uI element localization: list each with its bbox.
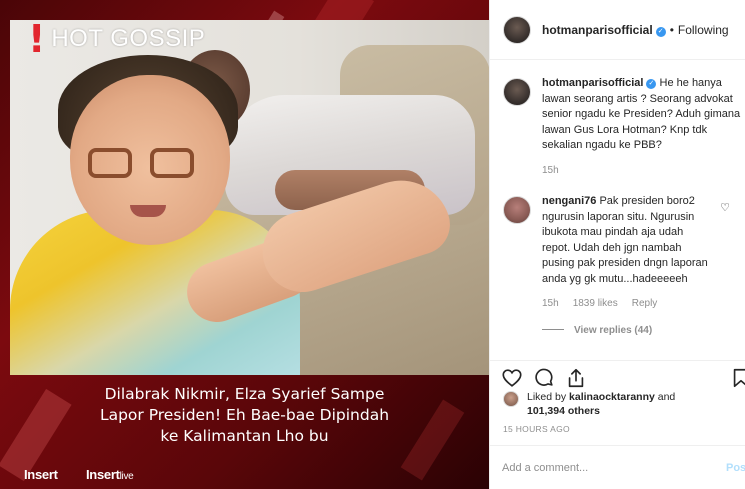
comment-username[interactable]: nengani76: [542, 195, 596, 207]
comment-username[interactable]: hotmanparisofficial: [542, 77, 643, 89]
bookmark-icon[interactable]: [730, 367, 745, 389]
add-comment-bar: Post: [490, 445, 745, 489]
caption-comment: hotmanparisofficial ✓ He he hanya lawan s…: [503, 76, 743, 178]
comment-like-heart-icon[interactable]: ♡: [720, 201, 730, 214]
avatar[interactable]: [503, 391, 519, 407]
action-bar: Liked by kalinaocktaranny and 101,394 ot…: [490, 360, 745, 434]
reply-button[interactable]: Reply: [632, 296, 658, 312]
exclamation-icon: !: [28, 17, 46, 61]
comment-icon[interactable]: [533, 367, 555, 389]
insert-live-logo: Insertlive: [86, 467, 134, 482]
liked-by-user[interactable]: kalinaocktaranny: [569, 391, 655, 403]
comment-thread[interactable]: hotmanparisofficial ✓ He he hanya lawan s…: [490, 61, 745, 361]
view-replies-button[interactable]: View replies (44): [542, 323, 712, 339]
comment-input[interactable]: [502, 461, 712, 474]
comment-likes[interactable]: 1839 likes: [573, 296, 618, 312]
comments-panel: hotmanparisofficial ✓ • Following hotmanp…: [489, 0, 745, 489]
avatar[interactable]: [503, 196, 531, 224]
comment-text: Pak presiden boro2 ngurusin laporan situ…: [542, 195, 708, 285]
liked-by: Liked by kalinaocktaranny and 101,394 ot…: [503, 390, 733, 418]
hot-gossip-badge: ! HOT GOSSIP: [28, 20, 205, 58]
insert-logo: Insert: [24, 467, 58, 482]
glasses-left: [88, 148, 132, 178]
caption-line: ke Kalimantan Lho bu: [160, 427, 329, 445]
share-icon[interactable]: [565, 367, 587, 389]
header-username[interactable]: hotmanparisofficial: [542, 23, 653, 37]
post-header: hotmanparisofficial ✓ • Following: [490, 0, 745, 60]
comment-time[interactable]: 15h: [542, 296, 559, 312]
comment: nengani76 Pak presiden boro2 ngurusin la…: [503, 194, 743, 338]
caption-line: Dilabrak Nikmir, Elza Syarief Sampe: [104, 385, 385, 403]
post-timestamp[interactable]: 15 HOURS AGO: [503, 424, 570, 434]
avatar[interactable]: [503, 78, 531, 106]
heart-icon[interactable]: [501, 367, 523, 389]
following-button[interactable]: Following: [678, 23, 729, 37]
badge-title: HOT GOSSIP: [51, 25, 206, 52]
media-caption: Dilabrak Nikmir, Elza Syarief Sampe Lapo…: [0, 384, 489, 447]
avatar[interactable]: [503, 15, 531, 44]
post-photo: [10, 20, 489, 375]
caption-line: Lapor Presiden! Eh Bae-bae Dipindah: [99, 406, 390, 424]
comment-time[interactable]: 15h: [542, 163, 559, 179]
likes-count[interactable]: 101,394 others: [527, 405, 600, 417]
verified-badge-icon: ✓: [655, 26, 666, 37]
verified-badge-icon: ✓: [646, 79, 657, 89]
post-media[interactable]: ! HOT GOSSIP Dilabrak Nikmir, Elza Syari…: [0, 0, 489, 489]
glasses-right: [150, 148, 194, 178]
post-button[interactable]: Post: [726, 462, 745, 474]
separator-dot: •: [669, 22, 674, 37]
